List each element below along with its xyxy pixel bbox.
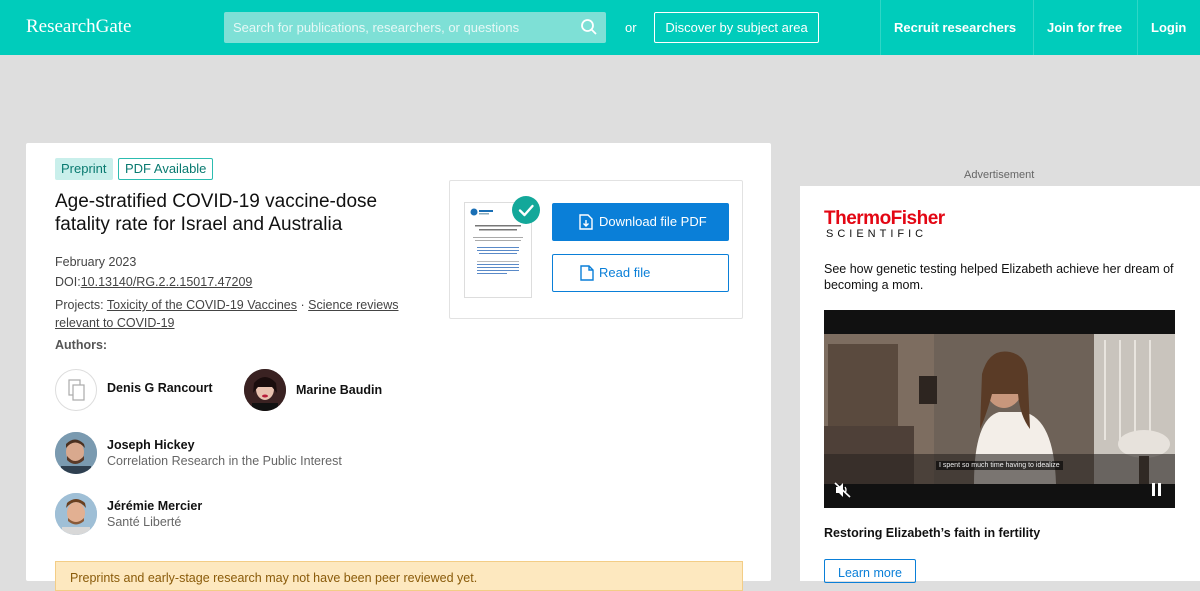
pdf-available-badge: PDF Available bbox=[118, 158, 214, 180]
download-file-icon bbox=[579, 214, 593, 230]
discover-subject-button[interactable]: Discover by subject area bbox=[654, 12, 819, 43]
doi-line: DOI:10.13140/RG.2.2.15017.47209 bbox=[55, 275, 252, 289]
author-affiliation[interactable]: Correlation Research in the Public Inter… bbox=[107, 454, 342, 468]
author-name[interactable]: Denis G Rancourt bbox=[107, 381, 213, 395]
or-text: or bbox=[625, 20, 637, 35]
muted-speaker-icon[interactable] bbox=[834, 482, 852, 498]
doi-prefix: DOI: bbox=[55, 275, 81, 289]
thermofisher-logo-subtitle: SCIENTIFIC bbox=[826, 228, 928, 240]
recruit-researchers-link[interactable]: Recruit researchers bbox=[894, 20, 1016, 35]
join-for-free-link[interactable]: Join for free bbox=[1047, 20, 1122, 35]
nav-divider bbox=[880, 0, 881, 55]
search-box[interactable] bbox=[224, 12, 606, 43]
pdf-preview-box: Download file PDF Read file bbox=[449, 180, 743, 319]
file-icon bbox=[580, 265, 594, 281]
author-affiliation[interactable]: Santé Liberté bbox=[107, 515, 181, 529]
author-name[interactable]: Marine Baudin bbox=[296, 383, 382, 397]
read-file-label[interactable]: Read file bbox=[599, 265, 650, 280]
researchgate-logo[interactable]: ResearchGate bbox=[26, 16, 132, 38]
pause-icon[interactable] bbox=[1151, 483, 1163, 496]
search-icon[interactable] bbox=[580, 18, 598, 36]
avatar bbox=[55, 432, 97, 474]
avatar bbox=[55, 493, 97, 535]
projects-prefix: Projects: bbox=[55, 298, 104, 312]
project-separator: · bbox=[300, 298, 305, 312]
video-caption: I spent so much time having to idealize bbox=[936, 461, 1063, 470]
nav-divider bbox=[1033, 0, 1034, 55]
publication-card: Preprint PDF Available Age-stratified CO… bbox=[26, 143, 771, 591]
doi-link[interactable]: 10.13140/RG.2.2.15017.47209 bbox=[81, 275, 253, 289]
author-name[interactable]: Jérémie Mercier bbox=[107, 499, 202, 513]
thermofisher-logo[interactable]: ThermoFisher bbox=[824, 208, 945, 230]
ad-description[interactable]: See how genetic testing helped Elizabeth… bbox=[824, 261, 1174, 293]
download-pdf-button[interactable]: Download file PDF bbox=[552, 203, 729, 241]
notice-text: Preprints and early-stage research may n… bbox=[70, 571, 478, 585]
publication-title: Age-stratified COVID-19 vaccine-dose fat… bbox=[55, 191, 378, 235]
search-input[interactable] bbox=[224, 12, 574, 43]
publication-date: February 2023 bbox=[55, 255, 137, 269]
advertisement-label: Advertisement bbox=[964, 169, 1035, 181]
authors-label: Authors: bbox=[55, 338, 108, 352]
nav-divider bbox=[1137, 0, 1138, 55]
author-name[interactable]: Joseph Hickey bbox=[107, 438, 195, 452]
project-link-toxicity[interactable]: Toxicity of the COVID-19 Vaccines bbox=[107, 298, 297, 312]
learn-more-button[interactable]: Learn more bbox=[824, 559, 916, 583]
preprint-badge: Preprint bbox=[55, 158, 113, 180]
top-bar: ResearchGate or Discover by subject area… bbox=[0, 0, 1200, 55]
avatar bbox=[244, 369, 286, 411]
login-link[interactable]: Login bbox=[1151, 20, 1186, 35]
checkmark-icon bbox=[512, 196, 540, 224]
download-pdf-label[interactable]: Download file PDF bbox=[599, 214, 707, 229]
projects-line: Projects: Toxicity of the COVID-19 Vacci… bbox=[55, 296, 415, 332]
ad-video-player[interactable]: I spent so much time having to idealize bbox=[824, 310, 1175, 508]
ad-headline[interactable]: Restoring Elizabeth’s faith in fertility bbox=[824, 526, 1040, 540]
peer-review-notice: Preprints and early-stage research may n… bbox=[55, 561, 743, 591]
advertisement-panel[interactable]: ThermoFisher SCIENTIFIC See how genetic … bbox=[800, 186, 1200, 583]
read-file-button[interactable]: Read file bbox=[552, 254, 729, 292]
avatar-placeholder-icon bbox=[55, 369, 97, 411]
